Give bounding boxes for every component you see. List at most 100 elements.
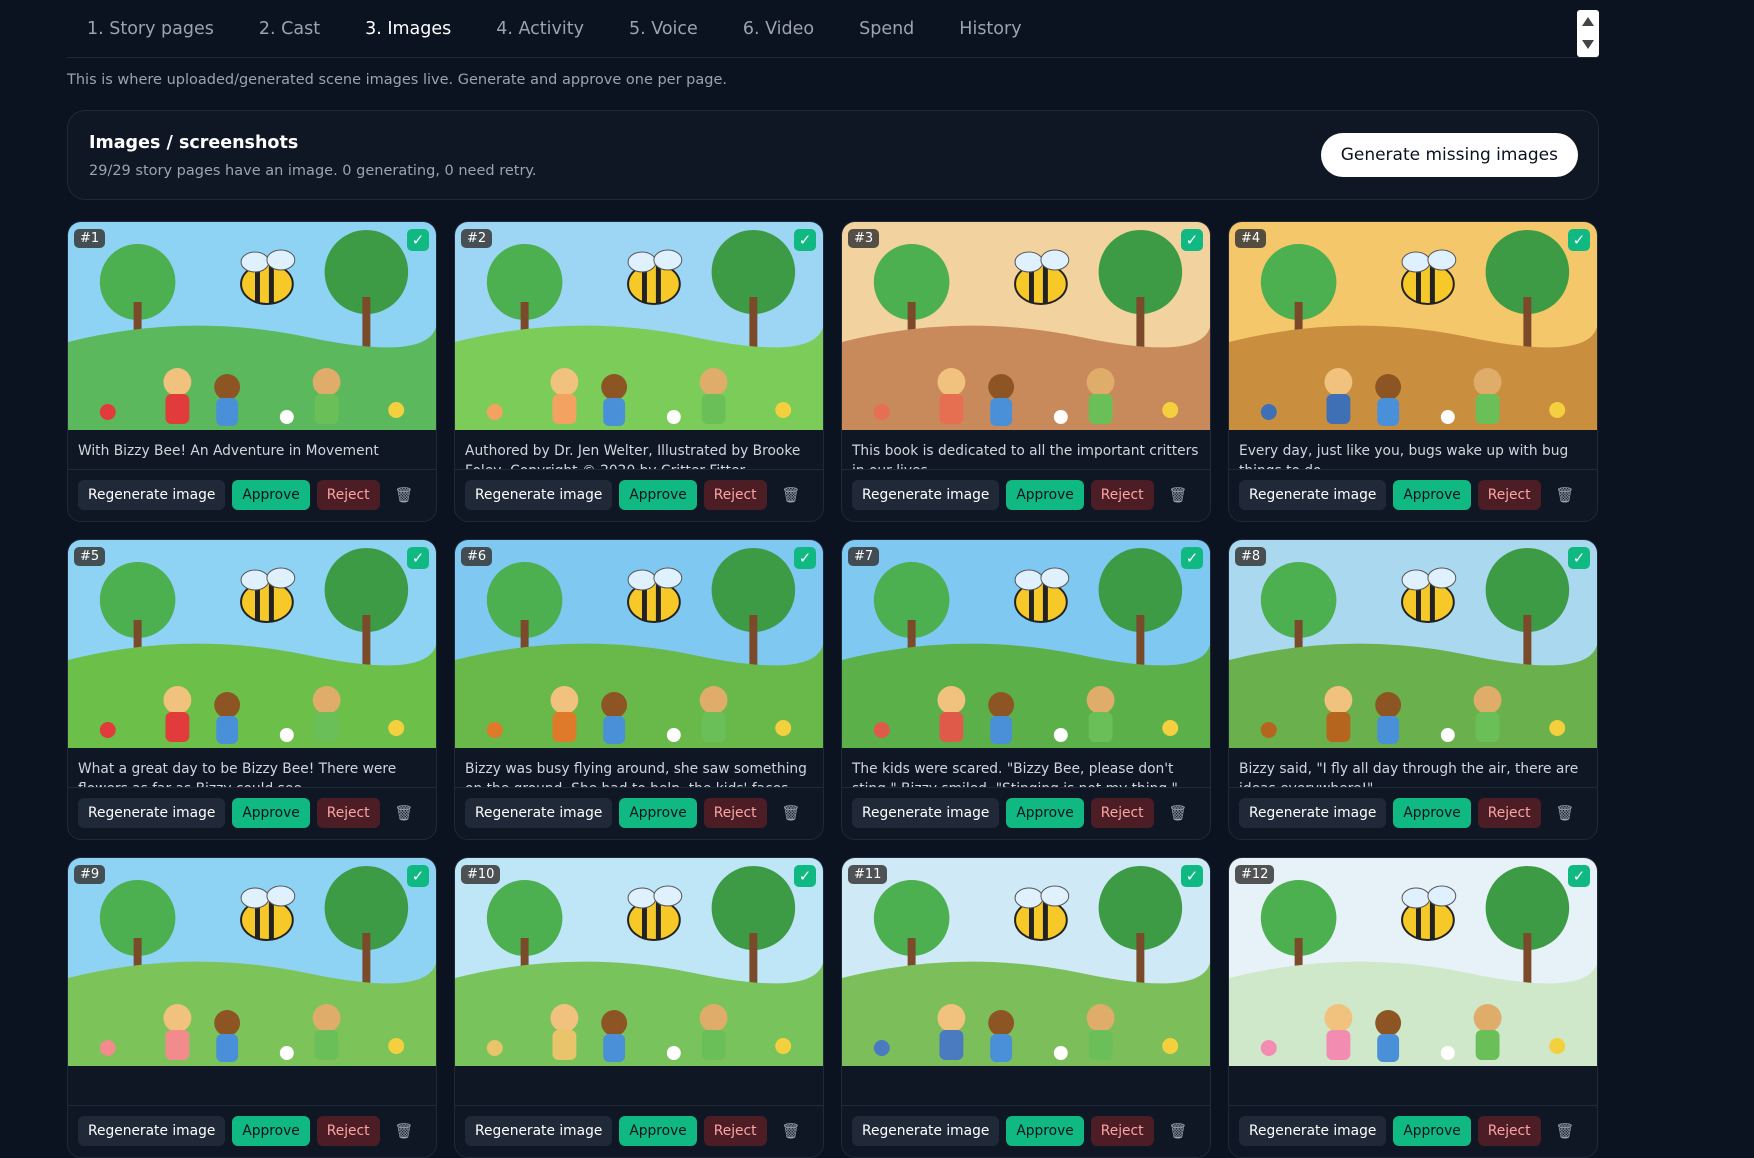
reject-button[interactable]: Reject	[1477, 798, 1541, 828]
card-actions: Regenerate image Approve Reject 🗑	[68, 788, 436, 828]
reject-button[interactable]: Reject	[1477, 480, 1541, 510]
regenerate-image-button[interactable]: Regenerate image	[852, 1116, 1000, 1146]
trash-icon[interactable]: 🗑	[1161, 1116, 1196, 1146]
reject-button[interactable]: Reject	[1477, 1116, 1541, 1146]
trash-icon[interactable]: 🗑	[1548, 798, 1583, 828]
approved-check-icon: ✓	[1181, 229, 1203, 251]
trash-icon[interactable]: 🗑	[387, 798, 422, 828]
scene-image[interactable]: #1 ✓	[68, 222, 436, 430]
scene-image[interactable]: #10 ✓	[455, 858, 823, 1066]
reject-button[interactable]: Reject	[703, 480, 767, 510]
regenerate-image-button[interactable]: Regenerate image	[1239, 1116, 1387, 1146]
tab-history[interactable]: History	[959, 19, 1021, 39]
regenerate-image-button[interactable]: Regenerate image	[78, 1116, 226, 1146]
trash-icon[interactable]: 🗑	[387, 1116, 422, 1146]
scene-image[interactable]: #6 ✓	[455, 540, 823, 748]
approved-check-icon: ✓	[1568, 865, 1590, 887]
scene-illustration	[455, 540, 823, 748]
approve-button[interactable]: Approve	[1006, 798, 1084, 828]
regenerate-image-button[interactable]: Regenerate image	[852, 798, 1000, 828]
page-caption: Authored by Dr. Jen Welter, Illustrated …	[455, 430, 823, 470]
trash-icon[interactable]: 🗑	[1548, 1116, 1583, 1146]
scroll-control[interactable]	[1577, 10, 1599, 57]
generate-missing-images-button[interactable]: Generate missing images	[1320, 133, 1578, 177]
image-card: #2 ✓ Authored by Dr. Jen Welter, Illustr…	[454, 221, 824, 522]
image-card: #11 ✓ Regenerate image Approve Reject 🗑	[841, 857, 1211, 1158]
approve-button[interactable]: Approve	[1006, 1116, 1084, 1146]
card-actions: Regenerate image Approve Reject 🗑	[455, 788, 823, 828]
page-caption	[1229, 1066, 1597, 1106]
trash-icon[interactable]: 🗑	[387, 480, 422, 510]
regenerate-image-button[interactable]: Regenerate image	[78, 480, 226, 510]
tab-cast[interactable]: 2. Cast	[259, 19, 320, 39]
tab-activity[interactable]: 4. Activity	[496, 19, 584, 39]
approve-button[interactable]: Approve	[1006, 480, 1084, 510]
scroll-up-icon[interactable]	[1582, 17, 1594, 26]
tab-video[interactable]: 6. Video	[743, 19, 814, 39]
regenerate-image-button[interactable]: Regenerate image	[1239, 480, 1387, 510]
approve-button[interactable]: Approve	[619, 480, 697, 510]
approve-button[interactable]: Approve	[619, 798, 697, 828]
reject-button[interactable]: Reject	[316, 1116, 380, 1146]
tab-images[interactable]: 3. Images	[365, 19, 451, 39]
page-caption	[68, 1066, 436, 1106]
approved-check-icon: ✓	[407, 229, 429, 251]
reject-button[interactable]: Reject	[316, 480, 380, 510]
card-actions: Regenerate image Approve Reject 🗑	[842, 788, 1210, 828]
trash-icon[interactable]: 🗑	[1161, 798, 1196, 828]
panel-title: Images / screenshots	[89, 133, 299, 153]
approve-button[interactable]: Approve	[232, 798, 310, 828]
image-card: #12 ✓ Regenerate image Approve Reject 🗑	[1228, 857, 1598, 1158]
images-summary-panel: Images / screenshots 29/29 story pages h…	[67, 110, 1599, 200]
regenerate-image-button[interactable]: Regenerate image	[1239, 798, 1387, 828]
trash-icon[interactable]: 🗑	[774, 798, 809, 828]
trash-icon[interactable]: 🗑	[1161, 480, 1196, 510]
page-caption	[842, 1066, 1210, 1106]
reject-button[interactable]: Reject	[316, 798, 380, 828]
approve-button[interactable]: Approve	[1393, 798, 1471, 828]
tab-spend[interactable]: Spend	[859, 19, 914, 39]
page-number-badge: #8	[1235, 547, 1267, 566]
reject-button[interactable]: Reject	[1090, 798, 1154, 828]
scene-image[interactable]: #7 ✓	[842, 540, 1210, 748]
approve-button[interactable]: Approve	[232, 1116, 310, 1146]
scene-image[interactable]: #12 ✓	[1229, 858, 1597, 1066]
scene-image[interactable]: #8 ✓	[1229, 540, 1597, 748]
trash-icon[interactable]: 🗑	[774, 480, 809, 510]
page-caption	[455, 1066, 823, 1106]
page-caption: This book is dedicated to all the import…	[842, 430, 1210, 470]
page-number-badge: #2	[461, 229, 493, 248]
reject-button[interactable]: Reject	[1090, 480, 1154, 510]
approve-button[interactable]: Approve	[1393, 480, 1471, 510]
trash-icon[interactable]: 🗑	[774, 1116, 809, 1146]
scene-image[interactable]: #9 ✓	[68, 858, 436, 1066]
scene-image[interactable]: #5 ✓	[68, 540, 436, 748]
scene-image[interactable]: #11 ✓	[842, 858, 1210, 1066]
page-number-badge: #6	[461, 547, 493, 566]
approve-button[interactable]: Approve	[232, 480, 310, 510]
approve-button[interactable]: Approve	[1393, 1116, 1471, 1146]
tab-voice[interactable]: 5. Voice	[629, 19, 698, 39]
reject-button[interactable]: Reject	[703, 798, 767, 828]
approved-check-icon: ✓	[1181, 547, 1203, 569]
image-card: #5 ✓ What a great day to be Bizzy Bee! T…	[67, 539, 437, 840]
approved-check-icon: ✓	[1568, 547, 1590, 569]
scene-image[interactable]: #4 ✓	[1229, 222, 1597, 430]
regenerate-image-button[interactable]: Regenerate image	[465, 1116, 613, 1146]
trash-icon[interactable]: 🗑	[1548, 480, 1583, 510]
approved-check-icon: ✓	[794, 547, 816, 569]
scene-image[interactable]: #3 ✓	[842, 222, 1210, 430]
regenerate-image-button[interactable]: Regenerate image	[852, 480, 1000, 510]
scene-illustration	[68, 540, 436, 748]
regenerate-image-button[interactable]: Regenerate image	[465, 798, 613, 828]
regenerate-image-button[interactable]: Regenerate image	[78, 798, 226, 828]
scene-image[interactable]: #2 ✓	[455, 222, 823, 430]
approved-check-icon: ✓	[1568, 229, 1590, 251]
reject-button[interactable]: Reject	[1090, 1116, 1154, 1146]
tab-story-pages[interactable]: 1. Story pages	[87, 19, 214, 39]
approve-button[interactable]: Approve	[619, 1116, 697, 1146]
regenerate-image-button[interactable]: Regenerate image	[465, 480, 613, 510]
reject-button[interactable]: Reject	[703, 1116, 767, 1146]
card-actions: Regenerate image Approve Reject 🗑	[1229, 1106, 1597, 1146]
scroll-down-icon[interactable]	[1582, 40, 1594, 49]
